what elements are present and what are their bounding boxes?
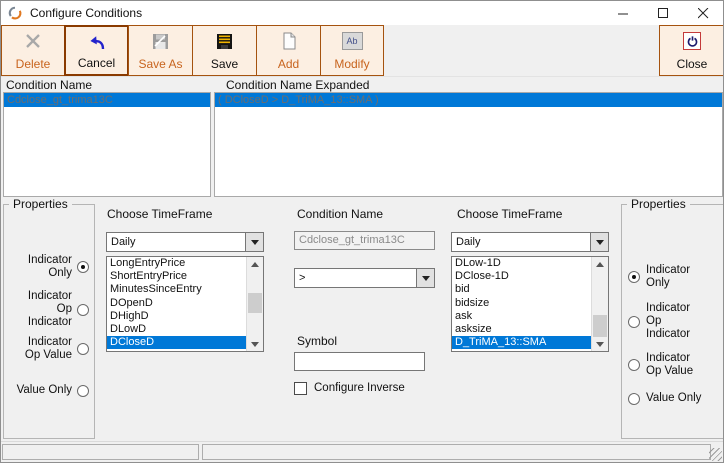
app-logo-icon <box>8 6 22 20</box>
list-item[interactable]: DOpenD <box>107 297 247 310</box>
delete-x-icon <box>25 31 41 51</box>
properties-right-title: Properties <box>627 197 690 211</box>
modify-button[interactable]: Ab Modify <box>320 25 384 76</box>
radio-icon <box>77 343 89 355</box>
scrollbar-up-icon[interactable] <box>592 257 608 271</box>
titlebar: Configure Conditions <box>1 1 723 25</box>
radio-icon <box>77 385 89 397</box>
scrollbar[interactable] <box>246 257 263 351</box>
radio-icon <box>628 393 640 405</box>
cancel-button[interactable]: Cancel <box>64 25 129 76</box>
list-item[interactable]: asksize <box>452 323 592 336</box>
scrollbar-thumb[interactable] <box>248 293 262 313</box>
maximize-button[interactable] <box>643 1 683 25</box>
new-page-icon <box>281 31 297 51</box>
scrollbar-down-icon[interactable] <box>592 337 608 351</box>
list-item[interactable]: LongEntryPrice <box>107 257 247 270</box>
scrollbar-thumb[interactable] <box>593 315 607 337</box>
save-button[interactable]: Save <box>192 25 257 76</box>
list-item[interactable]: DLowD <box>107 323 247 336</box>
radio-icon <box>77 261 89 273</box>
symbol-label: Symbol <box>297 334 337 348</box>
condition-row-expanded[interactable]: ( DCloseD > D_TriMA_13::SMA ) <box>215 93 722 107</box>
dropdown-arrow-icon[interactable] <box>416 269 434 287</box>
symbol-input[interactable] <box>294 352 425 371</box>
minimize-button[interactable] <box>603 1 643 25</box>
timeframe-right-combo[interactable]: Daily <box>451 232 609 252</box>
list-item[interactable]: bid <box>452 283 592 296</box>
save-floppy-icon <box>216 31 233 51</box>
condition-name-list[interactable]: Cdclose_gt_trima13C <box>3 92 211 197</box>
window-close-button[interactable] <box>683 1 723 25</box>
condition-row-name[interactable]: Cdclose_gt_trima13C <box>4 93 210 107</box>
condition-name-header: Condition Name <box>6 78 92 92</box>
list-item[interactable]: bidsize <box>452 297 592 310</box>
scrollbar-up-icon[interactable] <box>247 257 263 271</box>
timeframe-left-label: Choose TimeFrame <box>107 207 212 221</box>
window-title: Configure Conditions <box>30 6 142 20</box>
list-item-selected[interactable]: D_TriMA_13::SMA <box>452 336 592 349</box>
list-item[interactable]: DLow-1D <box>452 257 592 270</box>
radio-icon <box>628 271 640 283</box>
close-button[interactable]: Close <box>659 25 724 76</box>
power-icon <box>683 31 701 51</box>
dropdown-arrow-icon[interactable] <box>245 233 263 251</box>
configure-inverse-checkbox[interactable] <box>294 382 307 395</box>
radio-icon <box>628 316 640 328</box>
close-icon <box>698 8 709 19</box>
configure-inverse-label: Configure Inverse <box>314 382 405 394</box>
radio-right-value-only[interactable]: Value Only <box>628 391 720 406</box>
radio-right-indicator-op-indicator[interactable]: Indicator Op Indicator <box>628 301 720 342</box>
indicator-list-left[interactable]: LongEntryPrice ShortEntryPrice MinutesSi… <box>106 256 264 352</box>
radio-right-indicator-only[interactable]: Indicator Only <box>628 263 720 291</box>
condition-expanded-list[interactable]: ( DCloseD > D_TriMA_13::SMA ) <box>214 92 723 197</box>
resize-grip[interactable] <box>709 448 722 461</box>
radio-left-indicator-op-value[interactable]: Indicator Op Value <box>7 335 89 363</box>
condition-name-expanded-header: Condition Name Expanded <box>226 78 369 92</box>
configure-conditions-dialog: Configure Conditions Delete <box>0 0 724 463</box>
radio-right-indicator-op-value[interactable]: Indicator Op Value <box>628 351 720 379</box>
radio-left-indicator-only[interactable]: Indicator Only <box>7 253 89 281</box>
list-item[interactable]: MinutesSinceEntry <box>107 283 247 296</box>
scrollbar[interactable] <box>591 257 608 351</box>
save-as-button[interactable]: Save As <box>128 25 193 76</box>
status-panel-left <box>2 444 199 460</box>
save-as-floppy-icon <box>152 31 169 51</box>
properties-left-title: Properties <box>9 197 72 211</box>
condition-list-header: Condition Name Condition Name Expanded <box>1 76 723 93</box>
modify-ab-icon: Ab <box>342 31 363 51</box>
status-bar <box>1 441 723 462</box>
indicator-list-right[interactable]: DLow-1D DClose-1D bid bidsize ask asksiz… <box>451 256 609 352</box>
list-item-selected[interactable]: DCloseD <box>107 336 247 349</box>
radio-left-indicator-op-indicator[interactable]: Indicator Op Indicator <box>7 289 89 330</box>
undo-arrow-icon <box>87 32 107 52</box>
maximize-icon <box>658 8 669 19</box>
radio-icon <box>628 359 640 371</box>
delete-button[interactable]: Delete <box>1 25 65 76</box>
timeframe-right-label: Choose TimeFrame <box>457 207 562 221</box>
radio-icon <box>77 304 89 316</box>
radio-left-value-only[interactable]: Value Only <box>7 383 89 398</box>
list-item[interactable]: ShortEntryPrice <box>107 270 247 283</box>
status-panel-middle <box>202 444 711 460</box>
dropdown-arrow-icon[interactable] <box>590 233 608 251</box>
list-item[interactable]: DClose-1D <box>452 270 592 283</box>
minimize-icon <box>618 8 629 19</box>
condition-name-field: Cdclose_gt_trima13C <box>294 231 435 250</box>
scrollbar-down-icon[interactable] <box>247 337 263 351</box>
list-item[interactable]: DHighD <box>107 310 247 323</box>
list-item[interactable]: ask <box>452 310 592 323</box>
operator-combo[interactable]: > <box>294 268 435 288</box>
timeframe-left-combo[interactable]: Daily <box>106 232 264 252</box>
condition-name-label: Condition Name <box>297 207 383 221</box>
add-button[interactable]: Add <box>256 25 321 76</box>
toolbar: Delete Cancel Save As <box>1 25 723 76</box>
